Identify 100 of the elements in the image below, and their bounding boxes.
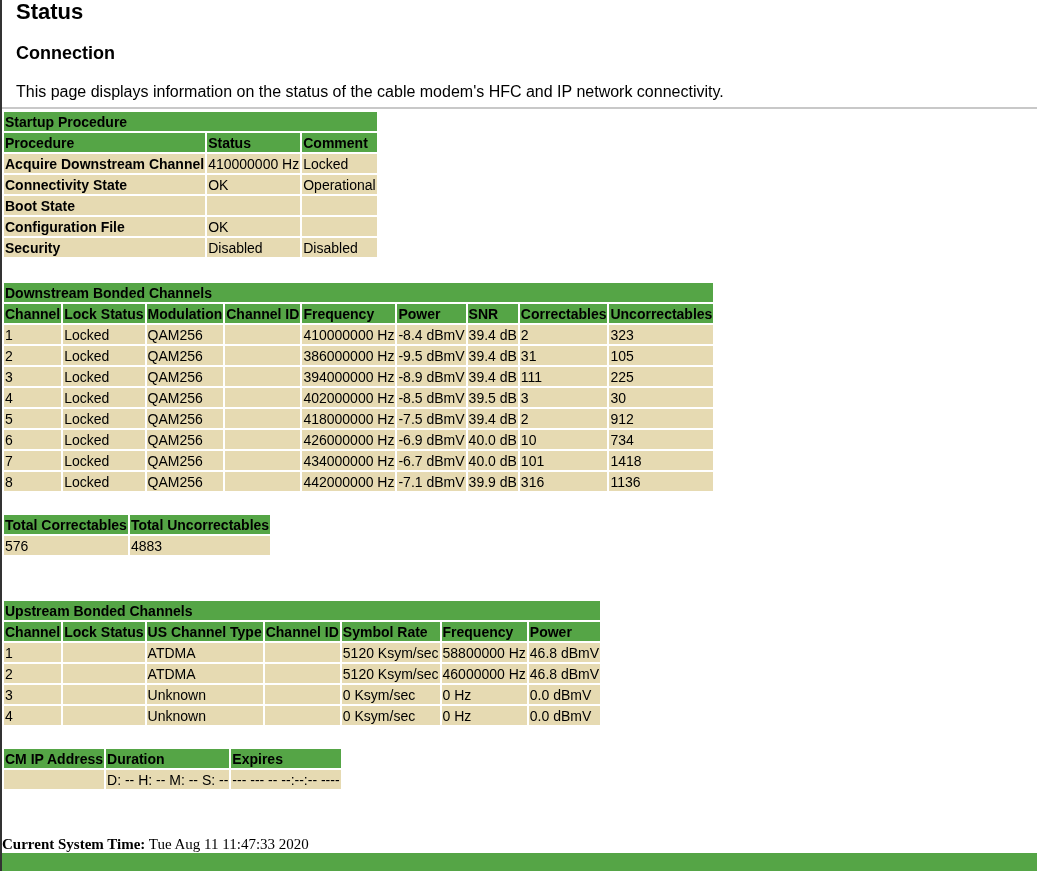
- column-header: Uncorrectables: [609, 304, 714, 323]
- table-cell: 101: [519, 451, 608, 470]
- table-cell: 5120 Ksym/sec: [341, 643, 440, 662]
- table-cell: Locked: [63, 472, 145, 491]
- table-cell: -8.9 dBmV: [397, 367, 466, 386]
- table-cell: 2: [4, 346, 62, 365]
- table-cell: 576: [4, 536, 128, 555]
- table-cell: 4883: [129, 536, 271, 555]
- table-cell: 3: [519, 388, 608, 407]
- table-cell: 5: [4, 409, 62, 428]
- table-cell: 39.4 dB: [467, 325, 518, 344]
- section-title: Connection: [16, 42, 116, 64]
- table-cell: 316: [519, 472, 608, 491]
- table-cell: 442000000 Hz: [302, 472, 396, 491]
- table-cell: Locked: [63, 325, 145, 344]
- column-header: Power: [397, 304, 466, 323]
- table-cell: 434000000 Hz: [302, 451, 396, 470]
- table-cell: 2: [519, 325, 608, 344]
- table-cell: 0.0 dBmV: [528, 685, 601, 704]
- table-cell: QAM256: [146, 325, 224, 344]
- table-cell: -6.9 dBmV: [397, 430, 466, 449]
- table-cell: Disabled: [302, 238, 377, 257]
- table-cell: 5120 Ksym/sec: [341, 664, 440, 683]
- table-cell: 402000000 Hz: [302, 388, 396, 407]
- table-cell: 2: [4, 664, 62, 683]
- table-cell: Locked: [63, 409, 145, 428]
- table-cell: Locked: [63, 451, 145, 470]
- column-header: Frequency: [302, 304, 396, 323]
- column-header: Frequency: [441, 622, 527, 641]
- table-cell: 46000000 Hz: [441, 664, 527, 683]
- column-header: Lock Status: [63, 304, 145, 323]
- column-header: US Channel Type: [146, 622, 263, 641]
- column-header: Status: [207, 133, 301, 152]
- table-cell: Locked: [63, 346, 145, 365]
- column-header: Duration: [106, 749, 230, 768]
- table-cell: 6: [4, 430, 62, 449]
- table-cell: 410000000 Hz: [207, 154, 301, 173]
- table-cell: 1418: [609, 451, 714, 470]
- table-cell: -8.4 dBmV: [397, 325, 466, 344]
- description: This page displays information on the status of the cable modem's HFC and IP network connectivity.: [16, 82, 725, 102]
- table-cell: Locked: [302, 154, 377, 173]
- column-header: Total Correctables: [4, 515, 128, 534]
- table-cell: Connectivity State: [4, 175, 206, 194]
- column-header: Modulation: [146, 304, 224, 323]
- table-cell: OK: [207, 175, 301, 194]
- column-header: Channel: [4, 622, 62, 641]
- table-cell: 39.4 dB: [467, 367, 518, 386]
- table-title: Downstream Bonded Channels: [4, 283, 714, 302]
- table-cell: 394000000 Hz: [302, 367, 396, 386]
- table-cell: --- --- -- --:--:-- ----: [231, 770, 341, 789]
- table-cell: ATDMA: [146, 643, 263, 662]
- table-cell: 31: [519, 346, 608, 365]
- table-cell: 386000000 Hz: [302, 346, 396, 365]
- column-header: SNR: [467, 304, 518, 323]
- table-cell: QAM256: [146, 346, 224, 365]
- table-cell: QAM256: [146, 472, 224, 491]
- table-cell: 46.8 dBmV: [528, 643, 601, 662]
- table-cell: 0 Hz: [441, 685, 527, 704]
- table-cell: Operational: [302, 175, 377, 194]
- column-header: Channel ID: [225, 304, 301, 323]
- page-title: Status: [16, 0, 85, 24]
- table-cell: ATDMA: [146, 664, 263, 683]
- column-header: CM IP Address: [4, 749, 105, 768]
- table-cell: -6.7 dBmV: [397, 451, 466, 470]
- table-cell: Security: [4, 238, 206, 257]
- column-header: Procedure: [4, 133, 206, 152]
- column-header: Correctables: [519, 304, 608, 323]
- table-cell: 912: [609, 409, 714, 428]
- column-header: Total Uncorrectables: [129, 515, 271, 534]
- table-cell: 3: [4, 685, 62, 704]
- table-cell: 0 Hz: [441, 706, 527, 725]
- column-header: Symbol Rate: [341, 622, 440, 641]
- system-time: Current System Time: Tue Aug 11 11:47:33 2020: [2, 835, 310, 853]
- table-cell: QAM256: [146, 409, 224, 428]
- table-cell: Acquire Downstream Channel: [4, 154, 206, 173]
- table-cell: 734: [609, 430, 714, 449]
- table-cell: D: -- H: -- M: -- S: --: [106, 770, 230, 789]
- table-cell: Locked: [63, 388, 145, 407]
- column-header: Power: [528, 622, 601, 641]
- table-cell: 39.4 dB: [467, 346, 518, 365]
- table-cell: QAM256: [146, 388, 224, 407]
- table-cell: 46.8 dBmV: [528, 664, 601, 683]
- table-cell: Unknown: [146, 685, 263, 704]
- table-cell: 3: [4, 367, 62, 386]
- column-header: Comment: [302, 133, 377, 152]
- table-cell: Locked: [63, 367, 145, 386]
- table-cell: OK: [207, 217, 301, 236]
- table-title: Upstream Bonded Channels: [4, 601, 601, 620]
- table-cell: QAM256: [146, 451, 224, 470]
- table-cell: 1: [4, 643, 62, 662]
- table-cell: 4: [4, 706, 62, 725]
- table-cell: 30: [609, 388, 714, 407]
- table-cell: 426000000 Hz: [302, 430, 396, 449]
- table-cell: 0 Ksym/sec: [341, 685, 440, 704]
- table-cell: 111: [519, 367, 608, 386]
- table-cell: 410000000 Hz: [302, 325, 396, 344]
- table-cell: Disabled: [207, 238, 301, 257]
- column-header: Lock Status: [63, 622, 145, 641]
- table-cell: 323: [609, 325, 714, 344]
- table-cell: -9.5 dBmV: [397, 346, 466, 365]
